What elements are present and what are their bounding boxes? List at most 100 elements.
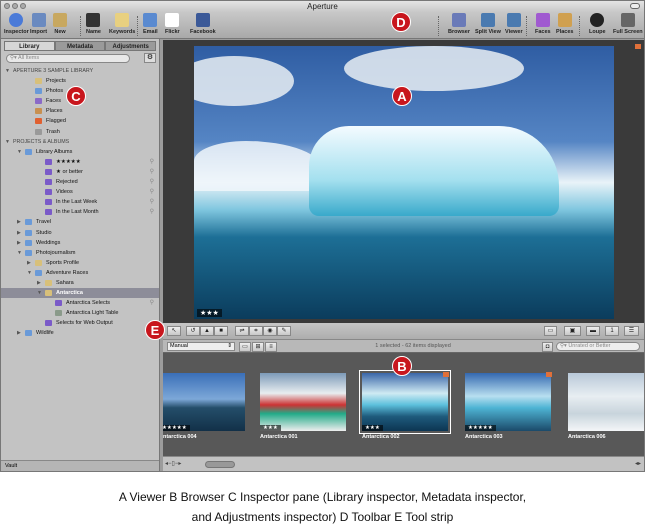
tab-metadata[interactable]: Metadata (54, 41, 106, 51)
minimize-button[interactable] (12, 3, 18, 9)
tab-adjustments[interactable]: Adjustments (105, 41, 157, 51)
rotate-tool[interactable]: ↺ (186, 326, 200, 336)
toolbar-split-view-button[interactable]: Split View (475, 13, 501, 35)
tree-item[interactable]: ▶ Wildlife (1, 328, 159, 338)
thumbnail[interactable]: Antarctica 006 (568, 373, 644, 440)
metadata-overlay-button[interactable]: ▬ (586, 326, 600, 336)
toolbar-full-screen-button[interactable]: Full Screen (613, 13, 643, 35)
toolbar-faces-button[interactable]: Faces (535, 13, 551, 35)
disclosure-triangle-icon[interactable]: ▼ (37, 288, 42, 298)
thumbnail-size-slider[interactable]: ◂−▯−▸ (165, 460, 181, 467)
viewer[interactable]: ★★★ (163, 40, 644, 323)
tree-item[interactable]: ▶ Studio (1, 228, 159, 238)
disclosure-triangle-icon[interactable]: ▶ (37, 278, 41, 288)
thumbnail[interactable]: ★★★ Antarctica 002 (359, 370, 451, 440)
toolbar-import-button[interactable]: Import (30, 13, 47, 35)
toolbar-inspector-button[interactable]: Inspector (4, 13, 29, 35)
toolbar-flickr-button[interactable]: Flickr (165, 13, 180, 35)
tree-item[interactable]: In the Last Week ⚲ (1, 197, 159, 207)
tree-item[interactable]: ▶ Weddings (1, 238, 159, 248)
browser-filter-input[interactable]: ⚲▾ Unrated or Better (556, 342, 640, 351)
folder-icon (25, 229, 32, 236)
tree-item[interactable]: ▼ Library Albums (1, 147, 159, 157)
toolbar-facebook-button[interactable]: Facebook (190, 13, 216, 35)
toolbar-keywords-button[interactable]: Keywords (109, 13, 135, 35)
tree-item[interactable]: ★ or better ⚲ (1, 167, 159, 177)
tree-item[interactable]: Selects for Web Output (1, 318, 159, 328)
viewer-mode-button[interactable]: ▣ (564, 326, 581, 336)
zoom-button[interactable] (20, 3, 26, 9)
sort-value: Manual (170, 343, 189, 349)
filter-hud-button[interactable]: ◘ (542, 342, 553, 352)
tree-item[interactable]: ▶ Travel (1, 217, 159, 227)
stamp-tool[interactable]: ■ (214, 326, 228, 336)
tree-item[interactable]: ▶ Sports Profile (1, 258, 159, 268)
tree-item[interactable]: Videos ⚲ (1, 187, 159, 197)
tree-item[interactable]: In the Last Month ⚲ (1, 207, 159, 217)
toolbar-toggle-button[interactable] (630, 3, 640, 9)
disclosure-triangle-icon[interactable]: ▶ (17, 217, 21, 227)
selection-tool[interactable]: ↖ (167, 326, 181, 336)
crop-tool[interactable]: ⌗ (249, 326, 263, 336)
tree-item[interactable]: Places (1, 106, 159, 116)
filmstrip-view-button[interactable]: ▭ (239, 342, 251, 352)
brush-tool[interactable]: ✎ (277, 326, 291, 336)
tree-item[interactable]: ▶ Sahara (1, 278, 159, 288)
tree-item[interactable]: ▼ Antarctica (1, 288, 159, 299)
disclosure-triangle-icon[interactable]: ▼ (5, 137, 10, 147)
folder-icon (25, 249, 32, 256)
toolbar-viewer-button[interactable]: Viewer (505, 13, 523, 35)
straighten-tool[interactable]: ⇌ (235, 326, 249, 336)
disclosure-triangle-icon[interactable]: ▶ (17, 328, 21, 338)
tree-item[interactable]: ★★★★★ ⚲ (1, 157, 159, 167)
tree-item[interactable]: Antarctica Light Table (1, 308, 159, 318)
disclosure-triangle-icon[interactable]: ▼ (5, 66, 10, 76)
thumbnail[interactable]: ★★★★★ Antarctica 003 (465, 372, 552, 440)
thumbnail[interactable]: ★★★ Antarctica 001 (260, 373, 346, 440)
thumbnail[interactable]: ★★★★★ Antarctica 004 (163, 373, 245, 440)
toolbar-email-button[interactable]: Email (143, 13, 158, 35)
toolbar-loupe-button[interactable]: Loupe (589, 13, 606, 35)
toolbar-name-button[interactable]: Name (86, 13, 101, 35)
sort-select[interactable]: Manual ⇕ (167, 342, 235, 351)
tree-item[interactable]: Rejected ⚲ (1, 177, 159, 187)
section-header[interactable]: ▼ APERTURE 3 SAMPLE LIBRARY (1, 66, 159, 76)
tree-item[interactable]: ▼ Photojournalism (1, 248, 159, 258)
search-icon: ⚲ (149, 209, 154, 216)
tab-library[interactable]: Library (4, 41, 55, 51)
library-search-input[interactable]: ⚲▾ All Items (6, 54, 130, 63)
section-header[interactable]: ▼ PROJECTS & ALBUMS (1, 137, 159, 147)
vault-label[interactable]: Vault (5, 463, 17, 469)
toolbar-label: Flickr (165, 29, 180, 35)
tree-item[interactable]: Antarctica Selects ⚲ (1, 298, 159, 308)
flickr-icon (165, 13, 180, 27)
disclosure-triangle-icon[interactable]: ▼ (27, 268, 32, 278)
toolbar-browser-button[interactable]: Browser (448, 13, 470, 35)
primary-only-button[interactable]: ▭ (544, 326, 557, 336)
disclosure-triangle-icon[interactable]: ▼ (17, 147, 22, 157)
hud-button[interactable]: ☰ (624, 326, 639, 336)
folder-icon (25, 219, 32, 226)
toolbar-places-button[interactable]: Places (556, 13, 573, 35)
close-button[interactable] (4, 3, 10, 9)
rating-badge: ★★★★★ (465, 425, 496, 431)
tree-item[interactable]: Flagged (1, 116, 159, 126)
action-gear-button[interactable]: ⚙ (144, 53, 156, 63)
tree-item[interactable]: Trash (1, 127, 159, 137)
grid-view-button[interactable]: ⊞ (252, 342, 264, 352)
toolbar-new-button[interactable]: New (53, 13, 67, 35)
lift-tool[interactable]: ▲ (200, 326, 214, 336)
tree-item[interactable]: ▼ Adventure Races (1, 268, 159, 278)
red-eye-tool[interactable]: ◉ (263, 326, 277, 336)
disclosure-triangle-icon[interactable]: ▶ (17, 238, 21, 248)
one-up-button[interactable]: 1 (605, 326, 619, 336)
disclosure-triangle-icon[interactable]: ▶ (27, 258, 31, 268)
scroll-knob[interactable] (205, 461, 235, 468)
window-controls[interactable] (4, 3, 26, 9)
disclosure-triangle-icon[interactable]: ▶ (17, 228, 21, 238)
disclosure-triangle-icon[interactable]: ▼ (17, 248, 22, 258)
list-view-button[interactable]: ≡ (265, 342, 277, 352)
tree-item[interactable]: Projects (1, 76, 159, 86)
scroll-arrows[interactable]: ◂▸ (635, 460, 641, 467)
browser-scrollbar[interactable]: ◂−▯−▸ ◂▸ (163, 456, 644, 471)
